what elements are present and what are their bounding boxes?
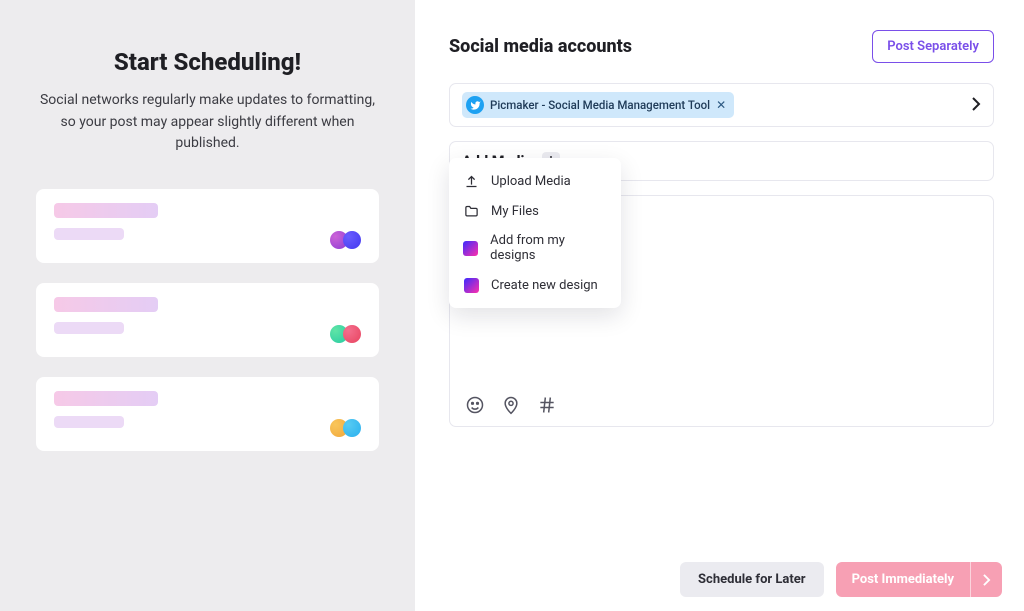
preview-card [36,189,379,263]
network-dot-icon [343,325,361,343]
upload-icon [463,173,479,189]
left-subtitle: Social networks regularly make updates t… [36,90,379,155]
network-dot-icon [343,419,361,437]
add-media-dropdown: Upload Media My Files Add from my design… [449,158,621,308]
dropdown-item-files[interactable]: My Files [449,196,621,226]
accounts-selector[interactable]: Picmaker - Social Media Management Tool … [449,83,994,127]
dropdown-item-label: Add from my designs [490,233,607,263]
account-chip-label: Picmaker - Social Media Management Tool [490,98,710,112]
twitter-icon [466,96,484,114]
preview-cards [36,189,379,451]
preview-card [36,283,379,357]
create-design-icon [463,277,479,293]
footer-actions: Schedule for Later Post Immediately [680,562,1002,597]
right-header: Social media accounts Post Separately [449,30,994,63]
dropdown-item-label: My Files [491,204,539,219]
accounts-title: Social media accounts [449,36,632,57]
chevron-right-icon[interactable] [971,96,981,115]
post-separately-button[interactable]: Post Separately [872,30,994,63]
account-chip[interactable]: Picmaker - Social Media Management Tool … [462,92,734,118]
placeholder-bar [54,297,158,312]
network-dots [330,325,361,343]
location-icon[interactable] [500,394,522,416]
network-dots [330,231,361,249]
emoji-icon[interactable] [464,394,486,416]
placeholder-bar [54,228,124,240]
network-dot-icon [343,231,361,249]
dropdown-item-create[interactable]: Create new design [449,270,621,300]
chevron-right-icon[interactable] [970,562,1002,597]
left-panel: Start Scheduling! Social networks regula… [0,0,415,611]
dropdown-item-designs[interactable]: Add from my designs [449,226,621,270]
composer-toolbar [464,394,558,416]
hashtag-icon[interactable] [536,394,558,416]
dropdown-item-label: Create new design [491,278,598,293]
placeholder-bar [54,416,124,428]
designs-icon [463,240,478,256]
folder-icon [463,203,479,219]
dropdown-item-label: Upload Media [491,174,571,189]
post-immediately-button[interactable]: Post Immediately [836,562,1002,597]
remove-account-icon[interactable]: ✕ [716,98,726,112]
placeholder-bar [54,322,124,334]
right-panel: Social media accounts Post Separately Pi… [415,0,1024,611]
dropdown-item-upload[interactable]: Upload Media [449,166,621,196]
placeholder-bar [54,203,158,218]
schedule-later-button[interactable]: Schedule for Later [680,562,824,597]
network-dots [330,419,361,437]
preview-card [36,377,379,451]
post-immediately-label: Post Immediately [836,562,970,597]
placeholder-bar [54,391,158,406]
left-title: Start Scheduling! [114,48,301,76]
app-root: Start Scheduling! Social networks regula… [0,0,1024,611]
